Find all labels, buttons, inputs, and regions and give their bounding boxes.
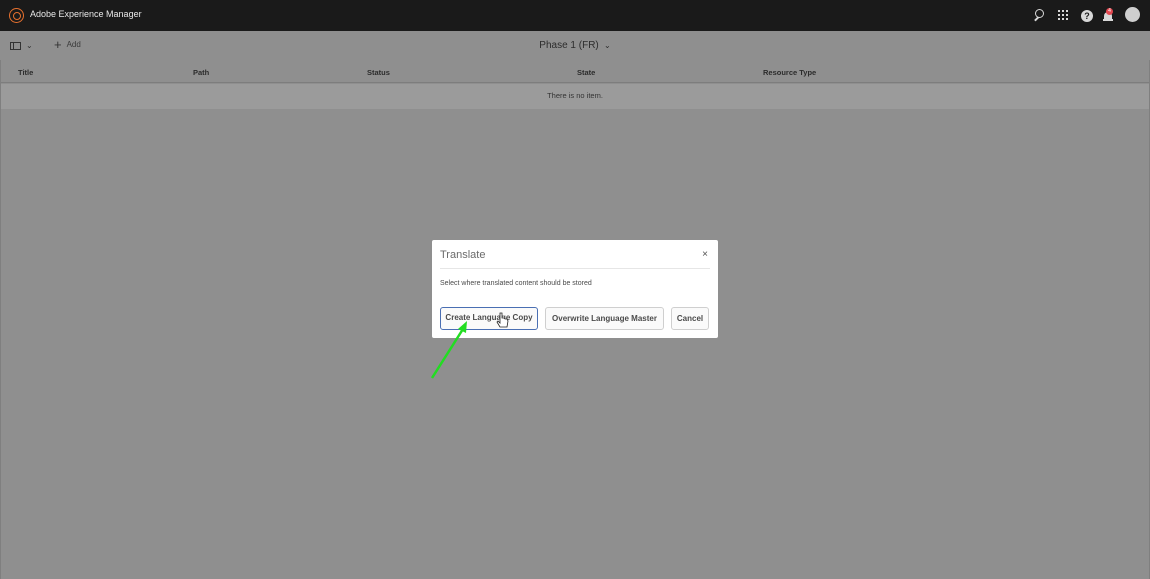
column-header-path[interactable]: Path	[193, 68, 209, 77]
search-icon[interactable]	[1033, 9, 1046, 22]
apps-icon[interactable]	[1057, 9, 1070, 22]
cancel-button[interactable]: Cancel	[671, 307, 709, 330]
create-language-copy-button[interactable]: Create Language Copy	[440, 307, 538, 330]
notification-badge: 4	[1106, 8, 1113, 15]
dialog-message: Select where translated content should b…	[440, 280, 592, 287]
help-icon[interactable]: ?	[1081, 10, 1093, 22]
empty-table-message: There is no item.	[1, 84, 1149, 109]
divider	[440, 268, 710, 269]
shell-bar: Adobe Experience Manager ? 4	[0, 0, 1150, 31]
overwrite-language-master-button[interactable]: Overwrite Language Master	[545, 307, 664, 330]
column-header-state[interactable]: State	[577, 68, 595, 77]
close-icon[interactable]: ×	[702, 249, 708, 260]
translate-dialog: Translate × Select where translated cont…	[432, 240, 718, 338]
column-header-title[interactable]: Title	[18, 68, 33, 77]
column-header-status[interactable]: Status	[367, 68, 390, 77]
divider	[0, 60, 1, 579]
column-header-resource-type[interactable]: Resource Type	[763, 68, 816, 77]
avatar-icon[interactable]	[1125, 7, 1140, 22]
page-title[interactable]: Phase 1 (FR) ⌄	[0, 40, 1150, 51]
dialog-title: Translate	[440, 249, 486, 261]
table-header: Title Path Status State Resource Type	[0, 60, 1150, 83]
chevron-down-icon: ⌄	[601, 41, 611, 50]
page-title-text: Phase 1 (FR)	[539, 40, 599, 51]
app-title[interactable]: Adobe Experience Manager	[30, 9, 142, 19]
action-bar: ⌄ + Add Phase 1 (FR) ⌄	[0, 31, 1150, 60]
adobe-logo-icon[interactable]	[9, 8, 24, 23]
